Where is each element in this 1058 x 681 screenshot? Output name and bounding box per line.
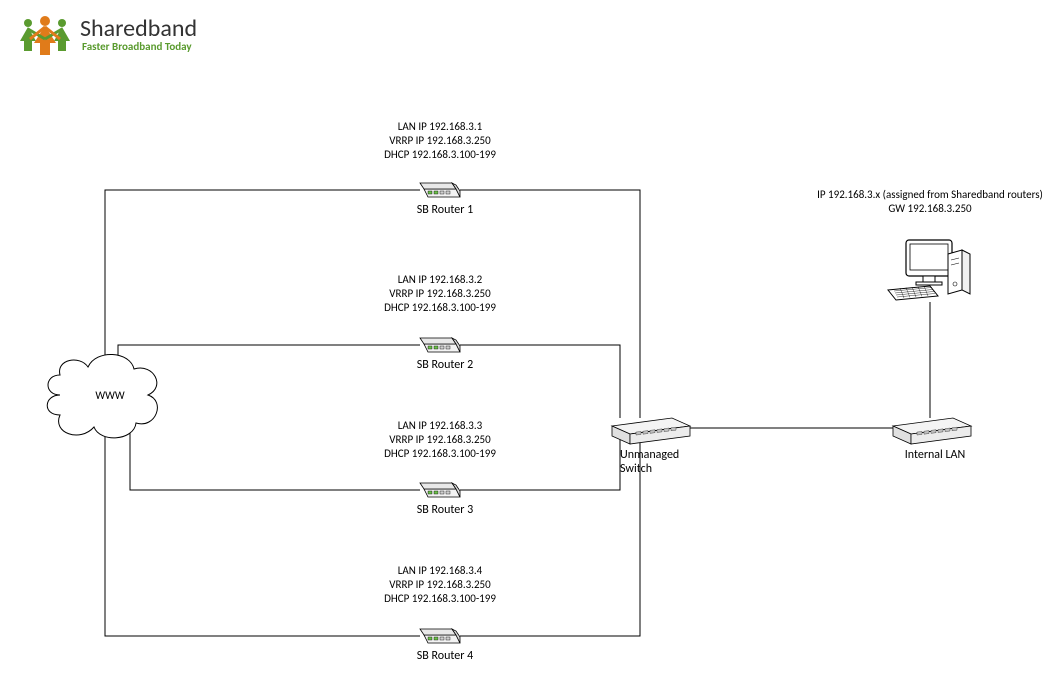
network-diagram [0, 0, 1058, 681]
router-1-config: LAN IP 192.168.3.1 VRRP IP 192.168.3.250… [360, 120, 520, 161]
unmanaged-switch-icon [612, 418, 690, 444]
pc-icon [888, 240, 970, 300]
router-4-label: SB Router 4 [405, 649, 485, 663]
router-4-icon [420, 629, 460, 643]
cloud-label: WWW [90, 389, 130, 402]
pc-gw: GW 192.168.3.250 [790, 202, 1058, 216]
router-3-lan-ip: LAN IP 192.168.3.3 [360, 419, 520, 433]
unmanaged-switch-label: Unmanaged Switch [620, 448, 710, 476]
router-2-config: LAN IP 192.168.3.2 VRRP IP 192.168.3.250… [360, 273, 520, 314]
router-1-dhcp: DHCP 192.168.3.100-199 [360, 148, 520, 162]
router-1-label: SB Router 1 [405, 203, 485, 217]
router-1-icon [420, 183, 460, 197]
router-2-lan-ip: LAN IP 192.168.3.2 [360, 273, 520, 287]
pc-config: IP 192.168.3.x (assigned from Sharedband… [790, 188, 1058, 217]
router-3-config: LAN IP 192.168.3.3 VRRP IP 192.168.3.250… [360, 419, 520, 460]
pc-ip: IP 192.168.3.x (assigned from Sharedband… [790, 188, 1058, 202]
router-3-dhcp: DHCP 192.168.3.100-199 [360, 447, 520, 461]
router-4-config: LAN IP 192.168.3.4 VRRP IP 192.168.3.250… [360, 564, 520, 605]
router-2-label: SB Router 2 [405, 358, 485, 372]
router-3-vrrp-ip: VRRP IP 192.168.3.250 [360, 433, 520, 447]
internal-lan-switch-icon [893, 418, 971, 444]
router-4-vrrp-ip: VRRP IP 192.168.3.250 [360, 578, 520, 592]
router-2-icon [420, 338, 460, 352]
router-4-lan-ip: LAN IP 192.168.3.4 [360, 564, 520, 578]
router-1-lan-ip: LAN IP 192.168.3.1 [360, 120, 520, 134]
router-3-icon [420, 483, 460, 497]
internal-lan-label: Internal LAN [895, 448, 975, 462]
router-2-vrrp-ip: VRRP IP 192.168.3.250 [360, 287, 520, 301]
router-4-dhcp: DHCP 192.168.3.100-199 [360, 592, 520, 606]
router-3-label: SB Router 3 [405, 503, 485, 517]
router-1-vrrp-ip: VRRP IP 192.168.3.250 [360, 134, 520, 148]
router-2-dhcp: DHCP 192.168.3.100-199 [360, 301, 520, 315]
